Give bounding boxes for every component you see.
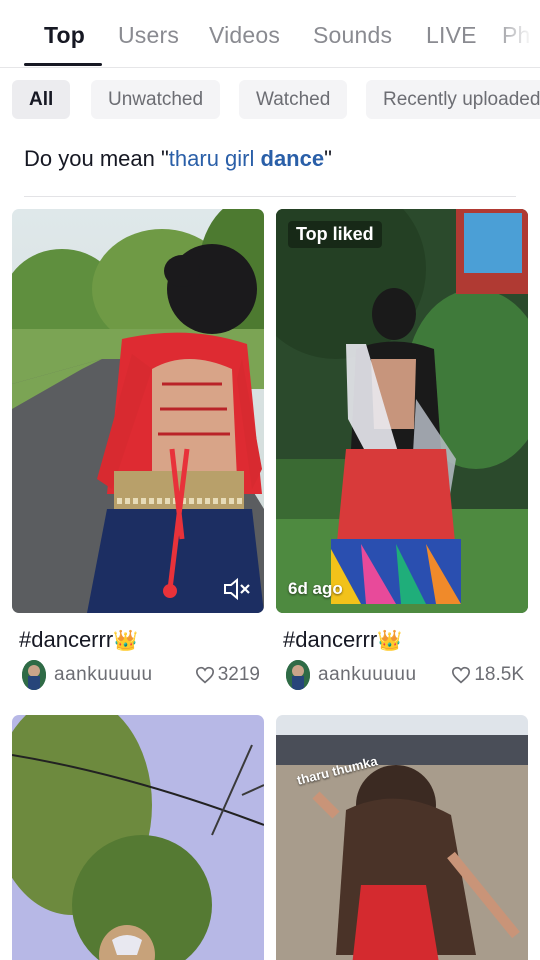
video-meta: aankuuuuu 18.5K xyxy=(284,659,524,691)
video-title-text: #dancerrr xyxy=(19,627,114,652)
heart-icon xyxy=(452,666,471,684)
tab-top[interactable]: Top xyxy=(44,22,85,49)
did-you-mean[interactable]: Do you mean "tharu girl dance" xyxy=(24,146,332,172)
video-title-text: #dancerrr xyxy=(283,627,378,652)
tab-live[interactable]: LIVE xyxy=(426,22,477,49)
filter-unwatched[interactable]: Unwatched xyxy=(91,80,221,119)
video-thumbnail[interactable]: Top liked 6d ago xyxy=(276,209,528,613)
crown-emoji: 👑 xyxy=(377,630,403,652)
suggestion-prefix: Do you mean " xyxy=(24,146,169,171)
video-card[interactable]: #dancerrr👑 aankuuuuu 3219 xyxy=(12,209,264,691)
video-meta: aankuuuuu 3219 xyxy=(20,659,260,691)
dancer-photo xyxy=(276,209,528,613)
top-liked-badge: Top liked xyxy=(288,221,382,248)
like-count-value: 3219 xyxy=(217,664,260,685)
divider xyxy=(24,196,516,197)
suggested-query-text: tharu girl xyxy=(168,146,261,171)
video-card[interactable]: Top liked 6d ago #dancerrr👑 aankuuuuu 18… xyxy=(276,209,528,691)
filter-chips: All Unwatched Watched Recently uploaded xyxy=(0,80,540,120)
tab-users[interactable]: Users xyxy=(118,22,179,49)
dancer-photo xyxy=(276,715,528,960)
video-card[interactable] xyxy=(12,715,264,960)
like-count: 3219 xyxy=(195,664,260,686)
heart-icon xyxy=(195,666,214,684)
mute-icon[interactable] xyxy=(222,577,252,601)
filter-recently-uploaded[interactable]: Recently uploaded xyxy=(366,80,540,119)
active-tab-indicator xyxy=(24,63,102,66)
upload-date: 6d ago xyxy=(288,579,343,598)
suggested-query[interactable]: tharu girl dance xyxy=(169,146,324,171)
video-title[interactable]: #dancerrr👑 xyxy=(19,627,138,653)
filter-watched[interactable]: Watched xyxy=(239,80,348,119)
avatar-image xyxy=(22,660,46,690)
tab-fade-overlay xyxy=(492,0,540,66)
video-thumbnail[interactable] xyxy=(12,715,264,960)
tab-videos[interactable]: Videos xyxy=(209,22,280,49)
author-name[interactable]: aankuuuuu xyxy=(318,664,417,686)
avatar-image xyxy=(286,660,310,690)
like-count-value: 18.5K xyxy=(474,664,524,685)
video-card[interactable]: tharu thumka xyxy=(276,715,528,960)
suggested-query-bold: dance xyxy=(260,146,325,171)
tab-sounds[interactable]: Sounds xyxy=(313,22,392,49)
author-name[interactable]: aankuuuuu xyxy=(54,664,153,686)
avatar[interactable] xyxy=(22,660,46,690)
video-thumbnail[interactable]: tharu thumka xyxy=(276,715,528,960)
search-tabs: Top Users Videos Sounds LIVE Ph xyxy=(0,0,540,68)
video-title[interactable]: #dancerrr👑 xyxy=(283,627,402,653)
avatar[interactable] xyxy=(286,660,310,690)
like-count: 18.5K xyxy=(451,664,524,686)
outdoor-photo xyxy=(12,715,264,960)
suggestion-suffix: " xyxy=(324,146,332,171)
video-thumbnail[interactable] xyxy=(12,209,264,613)
crown-emoji: 👑 xyxy=(113,630,139,652)
dancer-photo xyxy=(12,209,264,613)
filter-all[interactable]: All xyxy=(12,80,71,119)
